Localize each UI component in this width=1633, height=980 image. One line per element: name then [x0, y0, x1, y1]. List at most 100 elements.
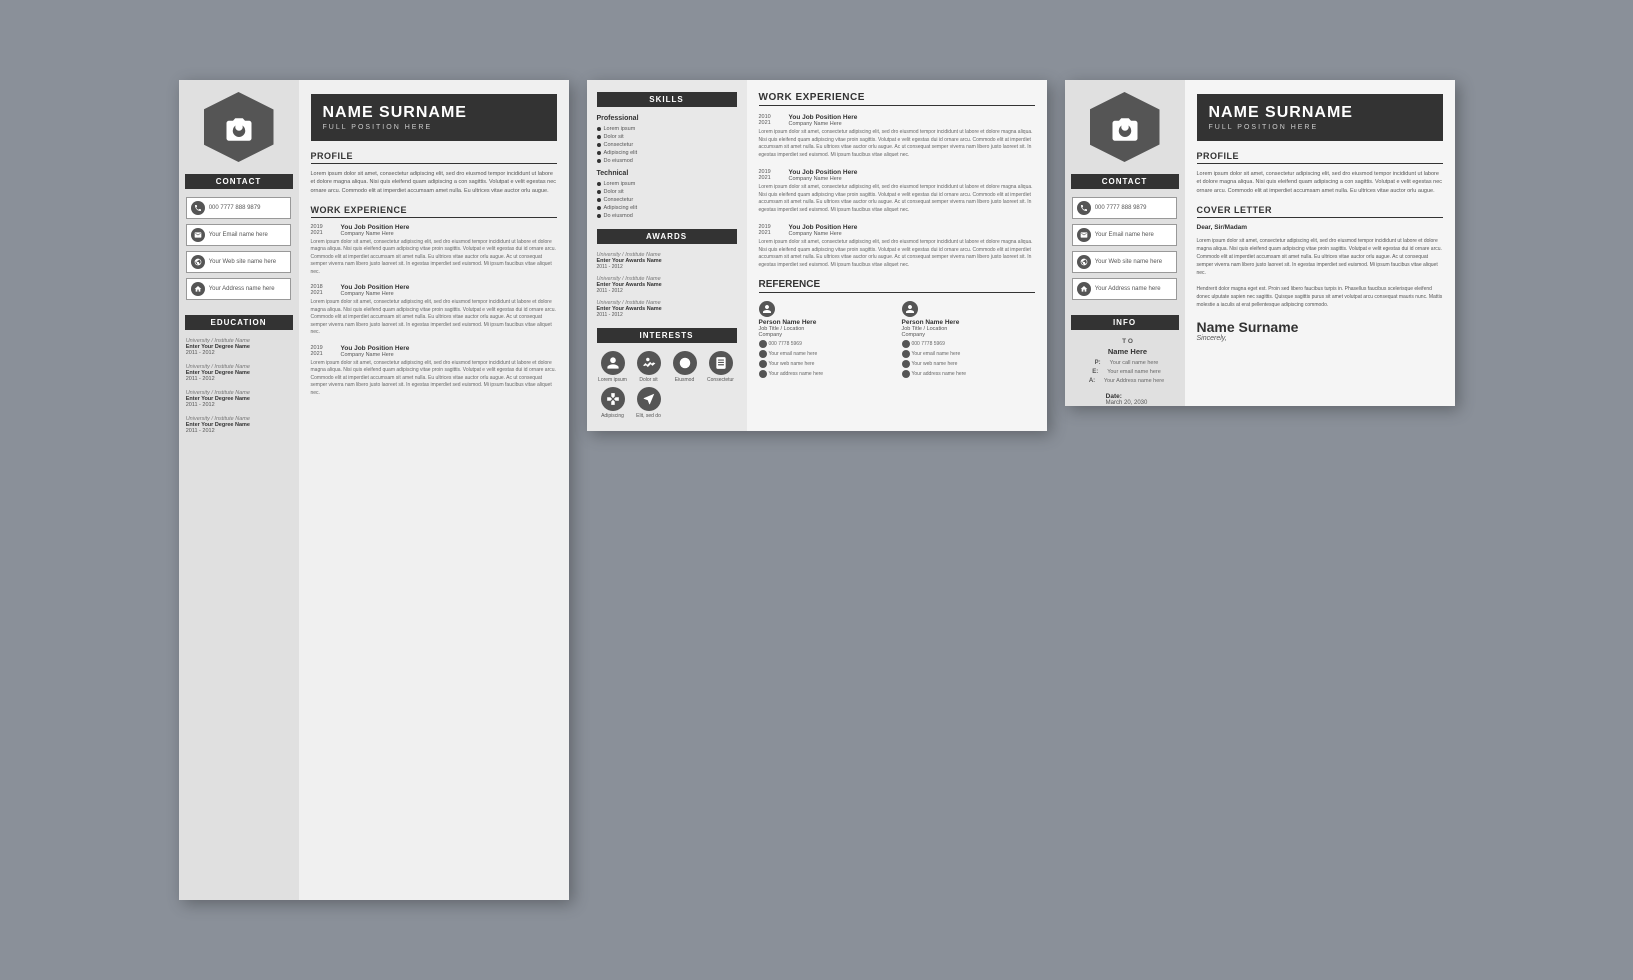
third-main: NAME SURNAME FULL POSITION HERE PROFILE …	[1185, 80, 1455, 406]
cover-letter-title: COVER LETTER	[1197, 205, 1443, 218]
award-3: University / Institute Name Enter Your A…	[597, 300, 737, 318]
web-text: Your Web site name here	[209, 259, 276, 265]
ref2-phone: 000 7778 5969	[902, 340, 1035, 348]
ref1-phone: 000 7778 5969	[759, 340, 892, 348]
skill-pro-2: Dolor sit	[597, 134, 737, 140]
ref-person-icon-2	[902, 301, 918, 317]
phone-text: 000 7777 888 9879	[209, 205, 261, 211]
work-entry-1-1: 2019 2021 You Job Position Here Company …	[311, 224, 557, 277]
cover-letter-card: CONTACT 000 7777 888 9879 Your Email nam…	[1065, 80, 1455, 406]
ref1-address: Your address name here	[759, 370, 892, 378]
stage: CONTACT 000 7777 888 9879 Your Email nam…	[149, 40, 1485, 940]
contact-address-3: Your Address name here	[1072, 278, 1178, 300]
resume-name-1: NAME SURNAME	[323, 104, 545, 122]
interest-4: Consectetur	[705, 351, 737, 383]
skill-tech-5: Do eiusmod	[597, 213, 737, 219]
info-phone-row: P: Your call name here	[1091, 360, 1159, 366]
contact-web: Your Web site name here	[186, 251, 292, 273]
profile-text-1: Lorem ipsum dolor sit amet, consectetur …	[311, 170, 557, 195]
skill-pro-5: Do eiusmod	[597, 158, 737, 164]
ref2-email: Your email name here	[902, 350, 1035, 358]
game-icon	[601, 387, 625, 411]
professional-title: Professional	[597, 115, 737, 122]
swim-icon	[637, 351, 661, 375]
book-icon	[709, 351, 733, 375]
middle-left: SKILLS Professional Lorem ipsum Dolor si…	[587, 80, 747, 431]
resume-position-1: FULL POSITION HERE	[323, 124, 545, 131]
work-entry-1-3: 2019 2021 You Job Position Here Company …	[311, 345, 557, 398]
camera-icon-3	[1110, 112, 1140, 142]
edu-item-4: University / Institute Name Enter Your D…	[186, 416, 292, 434]
awards-label: AWARDS	[597, 229, 737, 244]
work-entry-1-2: 2018 2021 You Job Position Here Company …	[311, 284, 557, 337]
profile-title-1: PROFILE	[311, 151, 557, 164]
interest-2: Dolor sit	[633, 351, 665, 383]
name-block-1: NAME SURNAME FULL POSITION HERE	[311, 94, 557, 141]
skill-tech-4: Adipiscing elit	[597, 205, 737, 211]
cover-closing: Sincerely,	[1197, 335, 1443, 342]
hexagon-shape-3	[1090, 92, 1160, 162]
date-block: Date: March 20, 2030	[1102, 393, 1148, 406]
interests-grid: Lorem ipsum Dolor sit Eiusmod	[597, 351, 737, 419]
info-email-row: E: Your email name here	[1088, 369, 1161, 375]
award-2: University / Institute Name Enter Your A…	[597, 276, 737, 294]
hexagon-shape	[204, 92, 274, 162]
name-block-3: NAME SURNAME FULL POSITION HERE	[1197, 94, 1443, 141]
cover-greeting: Dear, Sir/Madam	[1197, 224, 1443, 231]
bowling-icon	[673, 351, 697, 375]
sidebar-1: CONTACT 000 7777 888 9879 Your Email nam…	[179, 80, 299, 900]
we-entry-2: 2019 2021 You Job Position Here Company …	[759, 169, 1035, 214]
ref-person-2: Person Name Here Job Title / Location Co…	[902, 301, 1035, 378]
phone-icon-3	[1077, 201, 1091, 215]
resume-position-3: FULL POSITION HERE	[1209, 124, 1431, 131]
edu-item-1: University / Institute Name Enter Your D…	[186, 338, 292, 356]
address-text: Your Address name here	[209, 286, 275, 292]
skill-pro-3: Consectetur	[597, 142, 737, 148]
home-icon-3	[1077, 282, 1091, 296]
award-1: University / Institute Name Enter Your A…	[597, 252, 737, 270]
photo-hexagon	[204, 92, 274, 162]
skills-label: SKILLS	[597, 92, 737, 107]
phone-icon	[191, 201, 205, 215]
cover-body: Lorem ipsum dolor sit amet, consectetur …	[1197, 237, 1443, 309]
profile-title-3: PROFILE	[1197, 151, 1443, 164]
interest-6: Elit, sed do	[633, 387, 665, 419]
travel-icon	[637, 387, 661, 411]
interests-label: INTERESTS	[597, 328, 737, 343]
middle-card: SKILLS Professional Lorem ipsum Dolor si…	[587, 80, 1047, 431]
contact-address: Your Address name here	[186, 278, 292, 300]
we-title: WORK EXPERIENCE	[759, 92, 1035, 106]
interest-3: Eiusmod	[669, 351, 701, 383]
technical-title: Technical	[597, 170, 737, 177]
we-entry-1: 2010 2021 You Job Position Here Company …	[759, 114, 1035, 159]
reference-grid: Person Name Here Job Title / Location Co…	[759, 301, 1035, 378]
interest-1: Lorem ipsum	[597, 351, 629, 383]
contact-label: CONTACT	[185, 174, 293, 189]
contact-web-3: Your Web site name here	[1072, 251, 1178, 273]
resume-card-1: CONTACT 000 7777 888 9879 Your Email nam…	[179, 80, 569, 900]
interest-5: Adipiscing	[597, 387, 629, 419]
ref2-address: Your address name here	[902, 370, 1035, 378]
resume-name-3: NAME SURNAME	[1209, 104, 1431, 122]
email-icon	[191, 228, 205, 242]
middle-right: WORK EXPERIENCE 2010 2021 You Job Positi…	[747, 80, 1047, 431]
education-label: EDUCATION	[185, 315, 293, 330]
web-icon-3	[1077, 255, 1091, 269]
contact-phone-3: 000 7777 888 9879	[1072, 197, 1178, 219]
contact-phone: 000 7777 888 9879	[186, 197, 292, 219]
reference-title: REFERENCE	[759, 279, 1035, 293]
work-exp-title-1: WORK EXPERIENCE	[311, 205, 557, 218]
contact-email: Your Email name here	[186, 224, 292, 246]
main-content-1: NAME SURNAME FULL POSITION HERE PROFILE …	[299, 80, 569, 900]
person-icon	[601, 351, 625, 375]
email-icon-3	[1077, 228, 1091, 242]
ref1-web: Your web name here	[759, 360, 892, 368]
ref2-web: Your web name here	[902, 360, 1035, 368]
skill-tech-1: Lorem ipsum	[597, 181, 737, 187]
cover-signature-name: Name Surname	[1197, 319, 1443, 335]
contact-email-3: Your Email name here	[1072, 224, 1178, 246]
ref-person-1: Person Name Here Job Title / Location Co…	[759, 301, 892, 378]
skill-pro-1: Lorem ipsum	[597, 126, 737, 132]
skill-tech-3: Consectetur	[597, 197, 737, 203]
ref1-email: Your email name here	[759, 350, 892, 358]
